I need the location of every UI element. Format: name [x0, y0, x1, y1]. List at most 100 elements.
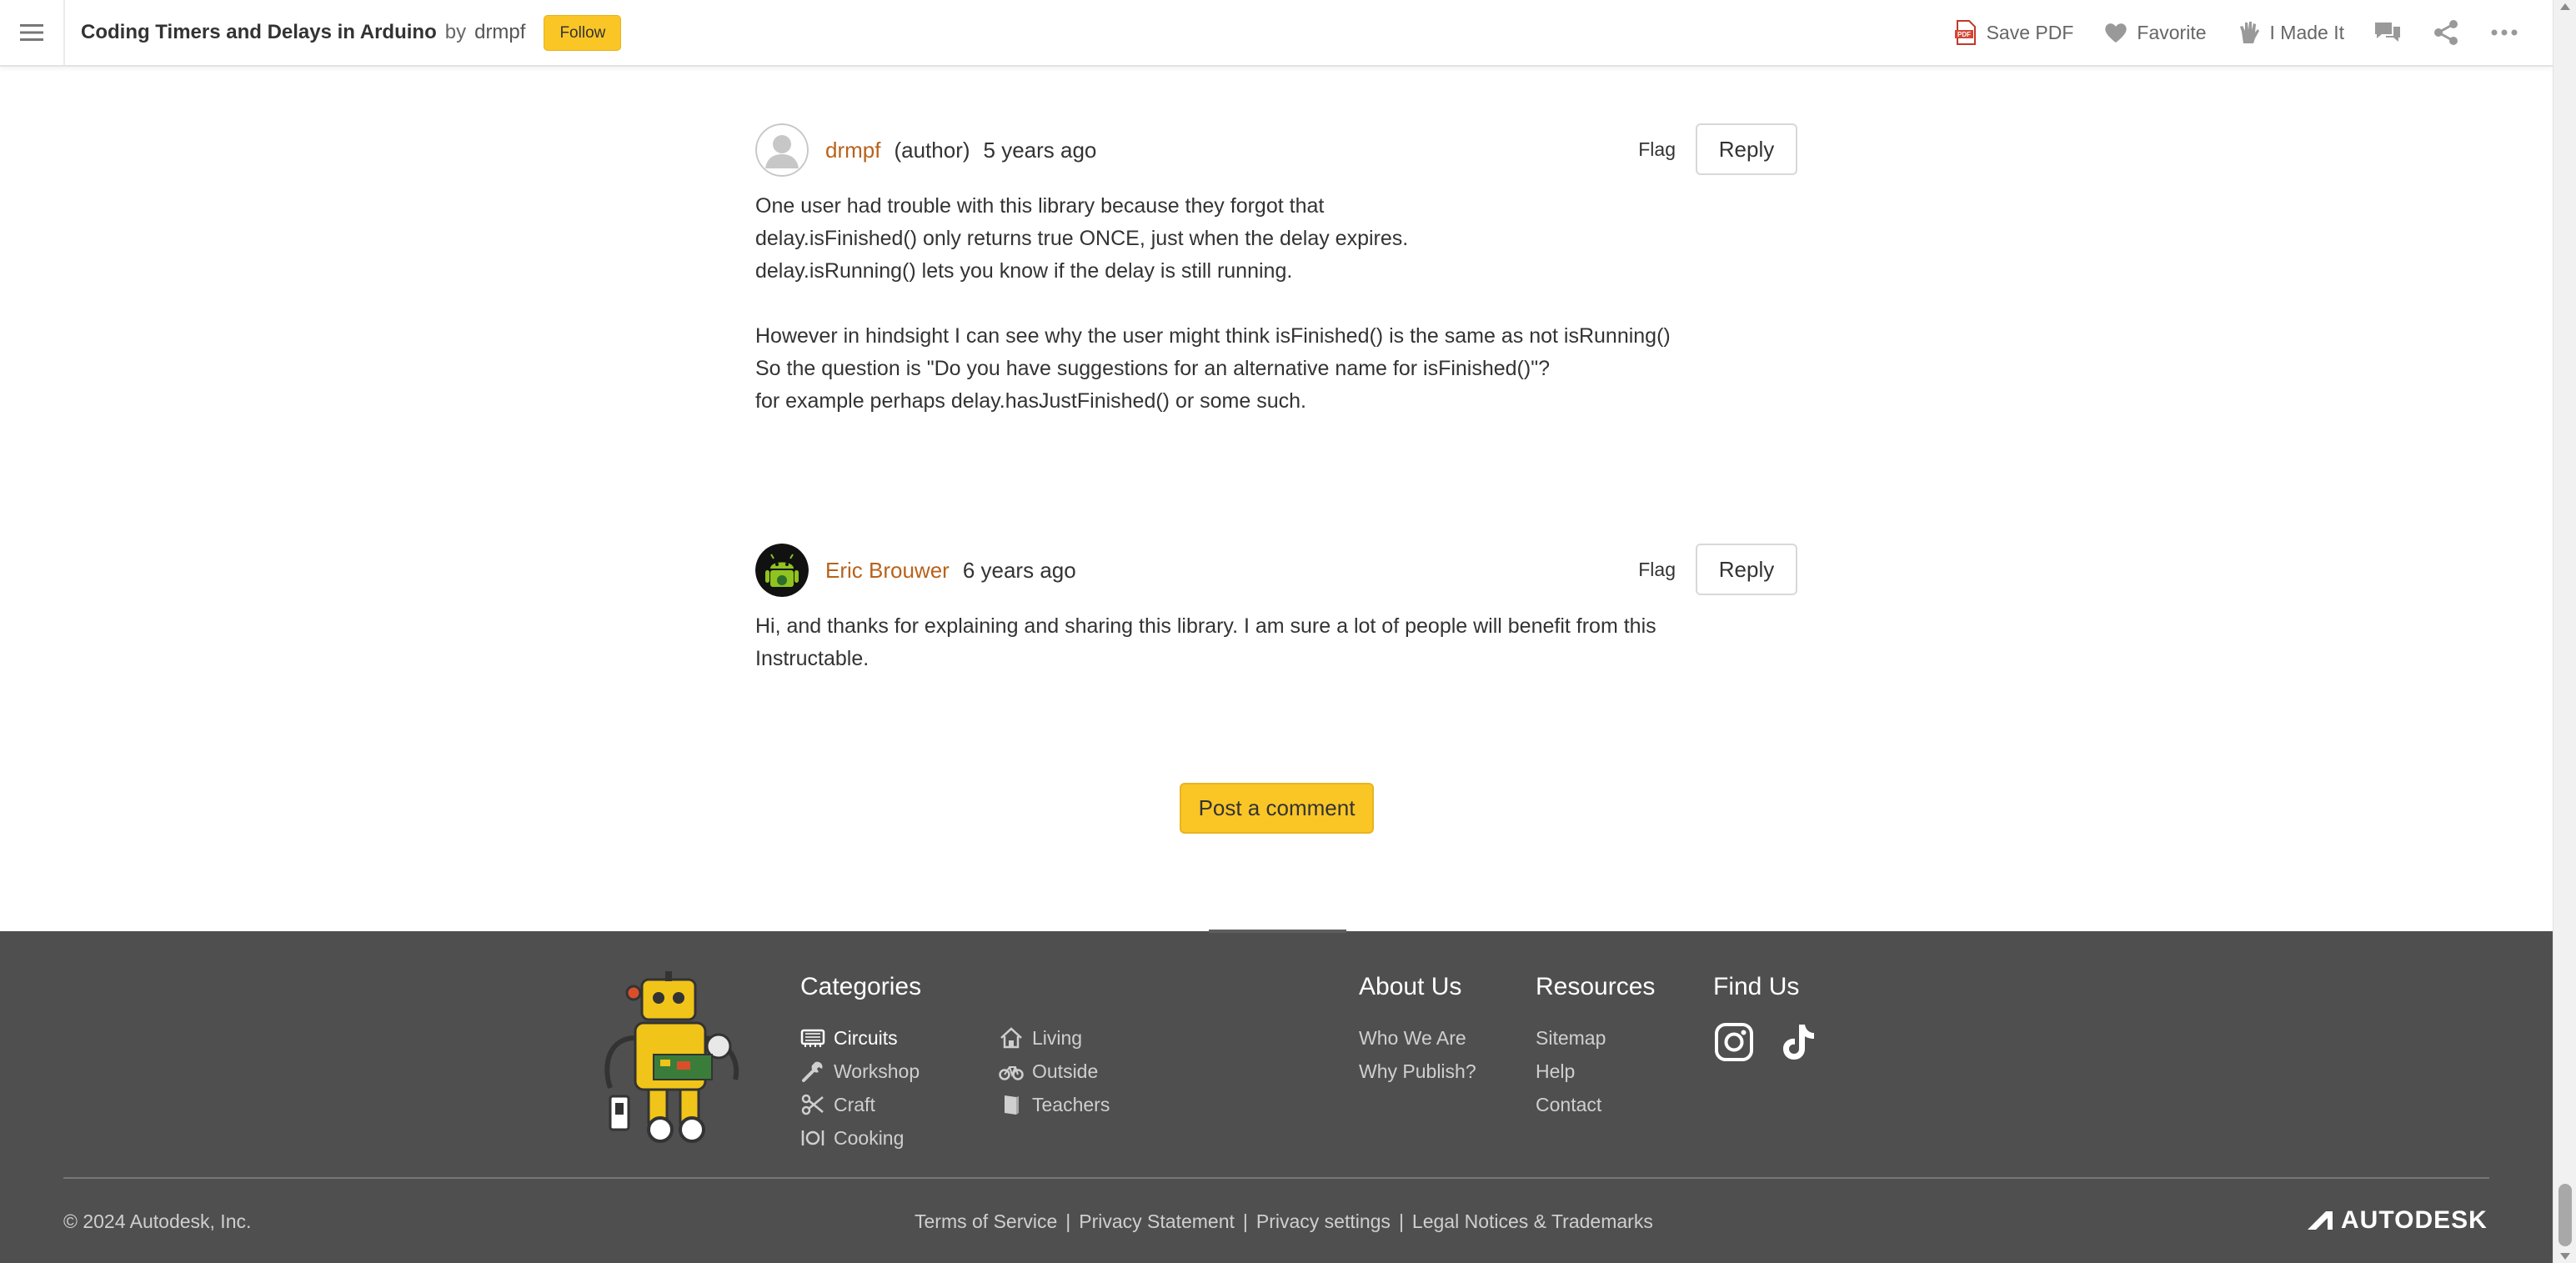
project-actions: PDF Save PDF Favorite I Made It: [1952, 0, 2519, 65]
category-link-cooking[interactable]: Cooking: [800, 1121, 921, 1155]
comment-text-line: However in hindsight I can see why the u…: [755, 324, 1671, 348]
comment: Eric Brouwer 6 years ago Flag Reply Hi, …: [755, 544, 1797, 675]
about-heading: About Us: [1359, 973, 1462, 1000]
comment-text-line: delay.isRunning() lets you know if the d…: [755, 259, 1293, 283]
separator: |: [1398, 1210, 1404, 1232]
project-author-link[interactable]: drmpf: [474, 21, 525, 44]
page-scrollbar[interactable]: [2553, 0, 2576, 1263]
category-label: Craft: [834, 1093, 875, 1115]
circuit-board-icon: [800, 1029, 825, 1047]
terms-of-service-link[interactable]: Terms of Service: [915, 1210, 1057, 1233]
menu-button[interactable]: [0, 0, 65, 65]
post-comment-button[interactable]: Post a comment: [1180, 783, 1374, 834]
reply-button[interactable]: Reply: [1696, 123, 1797, 175]
footer-divider: [63, 1177, 2489, 1179]
site-footer: Categories Circuits Workshop Craft Cooki…: [0, 930, 2553, 1263]
reply-button[interactable]: Reply: [1696, 544, 1797, 595]
comment-author-link[interactable]: Eric Brouwer: [825, 558, 950, 584]
more-options-button[interactable]: [2489, 18, 2519, 48]
comment-text-line: One user had trouble with this library b…: [755, 194, 1325, 218]
comment-body: Hi, and thanks for explaining and sharin…: [755, 610, 1706, 675]
android-avatar-icon: [755, 544, 809, 597]
category-label: Outside: [1032, 1060, 1099, 1082]
find-us-heading: Find Us: [1713, 973, 1800, 1000]
category-link-teachers[interactable]: Teachers: [999, 1088, 1110, 1121]
author-role-label: (author): [894, 137, 970, 163]
sitemap-link[interactable]: Sitemap: [1536, 1021, 1655, 1055]
wrench-icon: [802, 1061, 823, 1082]
resources-heading: Resources: [1536, 973, 1656, 1000]
comment-header: Eric Brouwer 6 years ago Flag Reply: [755, 544, 1797, 597]
i-made-it-button[interactable]: I Made It: [2235, 18, 2344, 47]
comment-author-link[interactable]: drmpf: [825, 138, 880, 163]
i-made-it-label: I Made It: [2269, 21, 2344, 43]
legal-links: Terms of Service | Privacy Statement | P…: [915, 1210, 1653, 1233]
scroll-down-arrow-icon[interactable]: [2560, 1253, 2570, 1260]
avatar[interactable]: [755, 544, 809, 597]
instagram-link[interactable]: [1713, 1021, 1755, 1067]
ellipsis-icon: [2491, 29, 2518, 36]
category-link-craft[interactable]: Craft: [800, 1088, 921, 1121]
separator: |: [1065, 1210, 1071, 1232]
privacy-statement-link[interactable]: Privacy Statement: [1079, 1210, 1235, 1233]
favorite-label: Favorite: [2137, 21, 2207, 43]
footer-find-us: Find Us: [1713, 973, 1818, 1067]
share-icon: [2434, 20, 2458, 45]
plate-cutlery-icon: [801, 1130, 824, 1145]
social-links: [1713, 1021, 1818, 1067]
tiktok-link[interactable]: [1777, 1021, 1818, 1067]
categories-heading: Categories: [800, 973, 922, 1000]
category-link-workshop[interactable]: Workshop: [800, 1055, 921, 1088]
autodesk-logo-icon: [2308, 1211, 2333, 1230]
svg-text:PDF: PDF: [1957, 31, 1971, 38]
category-label: Living: [1032, 1026, 1083, 1049]
category-label: Circuits: [834, 1026, 898, 1049]
project-title-bar: Coding Timers and Delays in Arduino by d…: [81, 0, 622, 65]
favorite-button[interactable]: Favorite: [2102, 18, 2207, 47]
footer-divider-notch: [1209, 930, 1346, 933]
comment-text: Hi, and thanks for explaining and sharin…: [755, 614, 1656, 670]
copyright-text: © 2024 Autodesk, Inc.: [63, 1210, 252, 1232]
autodesk-logo-link[interactable]: AUTODESK: [2306, 1206, 2488, 1235]
legal-notices-link[interactable]: Legal Notices & Trademarks: [1412, 1210, 1653, 1233]
avatar[interactable]: [755, 123, 809, 177]
separator: |: [1242, 1210, 1248, 1232]
chat-bubbles-icon: [2375, 23, 2400, 42]
save-pdf-button[interactable]: PDF Save PDF: [1952, 18, 2074, 47]
save-pdf-label: Save PDF: [1986, 21, 2074, 43]
help-link[interactable]: Help: [1536, 1055, 1655, 1088]
comment: drmpf (author) 5 years ago Flag Reply On…: [755, 123, 1797, 418]
footer-about: About Us Who We Are Why Publish?: [1359, 973, 1476, 1088]
comment-text-line: So the question is "Do you have suggesti…: [755, 357, 1550, 380]
category-link-outside[interactable]: Outside: [999, 1055, 1110, 1088]
heart-icon: [2105, 23, 2127, 43]
comments-button[interactable]: [2373, 18, 2403, 48]
scrollbar-thumb[interactable]: [2558, 1184, 2572, 1246]
category-link-living[interactable]: Living: [999, 1021, 1110, 1055]
sticky-header: Coding Timers and Delays in Arduino by d…: [0, 0, 2553, 67]
flag-button[interactable]: Flag: [1638, 138, 1676, 161]
who-we-are-link[interactable]: Who We Are: [1359, 1021, 1476, 1055]
category-link-circuits[interactable]: Circuits: [800, 1021, 921, 1055]
default-avatar-icon: [755, 123, 809, 177]
comment-text-line: for example perhaps delay.hasJustFinishe…: [755, 389, 1306, 413]
follow-button[interactable]: Follow: [544, 14, 622, 51]
contact-link[interactable]: Contact: [1536, 1088, 1655, 1121]
privacy-settings-link[interactable]: Privacy settings: [1256, 1210, 1391, 1233]
comment-timestamp: 5 years ago: [983, 137, 1097, 163]
hamburger-icon: [20, 24, 43, 41]
instructables-robot-logo: [604, 971, 739, 1143]
footer-categories-col2: Living Outside Teachers: [999, 1021, 1110, 1121]
share-button[interactable]: [2431, 18, 2461, 48]
scissors-icon: [801, 1094, 824, 1115]
comment-timestamp: 6 years ago: [962, 557, 1076, 583]
project-title: Coding Timers and Delays in Arduino: [81, 21, 437, 43]
scroll-up-arrow-icon[interactable]: [2560, 3, 2570, 10]
why-publish-link[interactable]: Why Publish?: [1359, 1055, 1476, 1088]
flag-button[interactable]: Flag: [1638, 559, 1676, 581]
footer-resources: Resources Sitemap Help Contact: [1536, 973, 1655, 1121]
bicycle-icon: [999, 1066, 1024, 1080]
category-label: Workshop: [834, 1060, 920, 1082]
pdf-icon: PDF: [1954, 20, 1976, 45]
